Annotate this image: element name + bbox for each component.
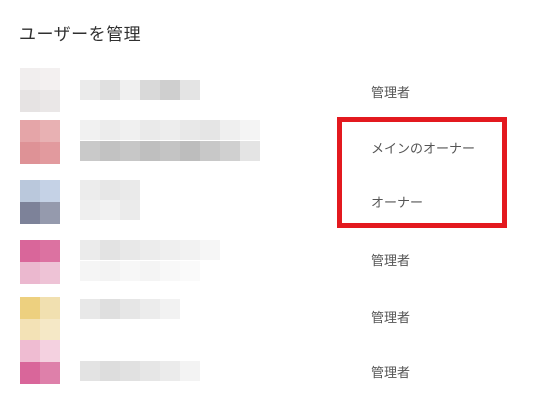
avatar xyxy=(20,68,60,112)
user-role: 管理者 xyxy=(371,366,411,381)
user-name-redacted xyxy=(80,299,180,319)
user-role: 管理者 xyxy=(371,254,411,269)
user-email-redacted xyxy=(80,200,140,220)
user-name-redacted xyxy=(80,80,200,100)
avatar xyxy=(20,340,60,384)
user-name-redacted xyxy=(80,361,200,381)
user-role: 管理者 xyxy=(371,311,411,326)
avatar xyxy=(20,120,60,164)
highlight-box xyxy=(337,117,507,228)
user-row[interactable]: 管理者 xyxy=(0,68,551,124)
user-name-redacted xyxy=(80,180,140,200)
user-name-redacted xyxy=(80,120,260,140)
avatar xyxy=(20,240,60,284)
user-email-redacted xyxy=(80,261,200,281)
user-email-redacted xyxy=(80,141,260,161)
avatar xyxy=(20,297,60,341)
user-row[interactable]: 管理者 xyxy=(0,240,551,296)
user-row[interactable]: 管理者 xyxy=(0,340,551,396)
avatar xyxy=(20,180,60,224)
page-title: ユーザーを管理 xyxy=(19,25,142,45)
user-role: 管理者 xyxy=(371,86,411,101)
user-name-redacted xyxy=(80,240,220,260)
